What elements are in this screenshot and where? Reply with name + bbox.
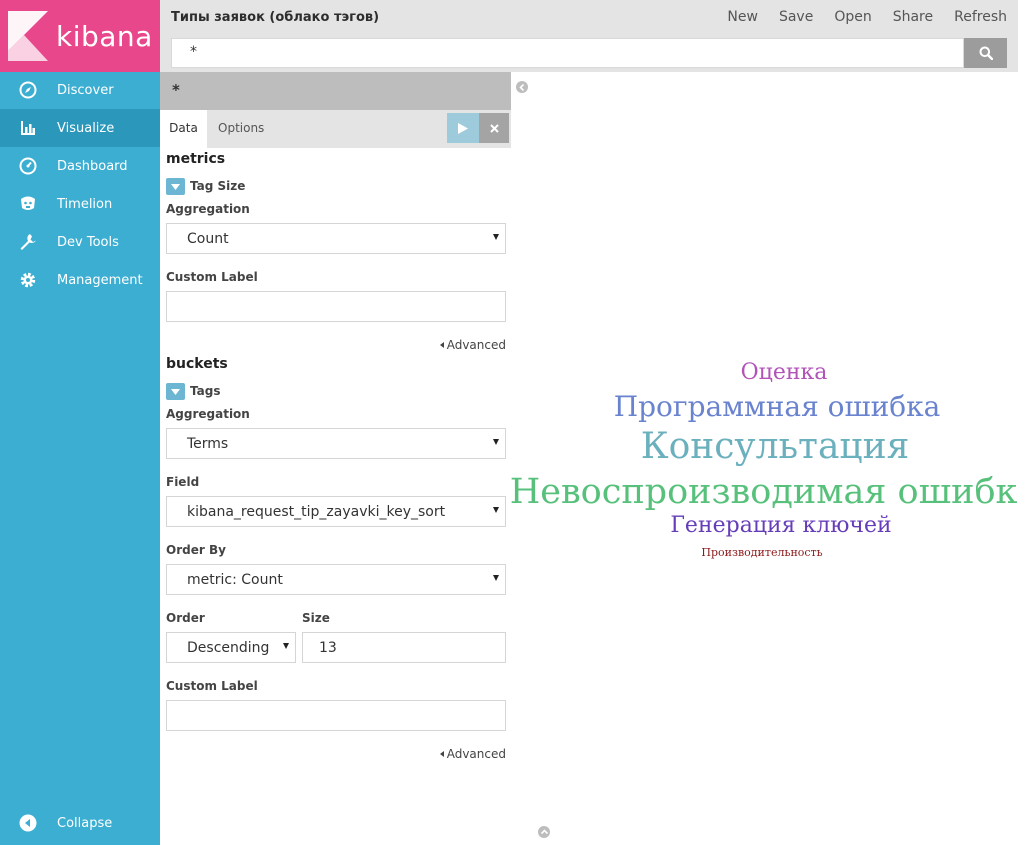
buckets-section-title: buckets: [166, 356, 228, 372]
metrics-agg-toggle[interactable]: [166, 178, 185, 195]
tag-cloud-word[interactable]: Производительность: [701, 547, 822, 558]
index-pattern-title: *: [160, 72, 511, 110]
sidebar-item-label: Visualize: [57, 120, 115, 136]
save-button[interactable]: Save: [779, 9, 813, 25]
metrics-aggregation-label: Aggregation: [166, 202, 250, 216]
sidebar-item-label: Dev Tools: [57, 234, 119, 250]
buckets-advanced-toggle[interactable]: Advanced: [439, 747, 506, 761]
order-by-label: Order By: [166, 543, 226, 557]
collapse-editor-button[interactable]: [516, 81, 528, 93]
sidebar-item-label: Management: [57, 272, 143, 288]
tab-data[interactable]: Data: [160, 110, 207, 148]
metrics-section-title: metrics: [166, 151, 226, 167]
sidebar-item-discover[interactable]: Discover: [0, 71, 160, 109]
buckets-aggregation-value: Terms: [187, 436, 229, 452]
refresh-button[interactable]: Refresh: [954, 9, 1007, 25]
field-value: kibana_request_tip_zayavki_key_sort: [187, 504, 446, 520]
caret-down-icon: [493, 439, 499, 445]
tag-cloud-word[interactable]: Программная ошибка: [614, 393, 941, 421]
buckets-aggregation-select[interactable]: Terms: [166, 428, 506, 459]
sidebar-collapse-button[interactable]: Collapse: [0, 804, 160, 842]
kibana-logo[interactable]: kibana: [0, 0, 160, 72]
kibana-logo-text: kibana: [56, 19, 153, 53]
sidebar-item-label: Timelion: [57, 196, 113, 212]
size-label: Size: [302, 611, 330, 625]
sidebar-collapse-label: Collapse: [57, 815, 113, 831]
spy-panel-toggle[interactable]: [538, 826, 550, 838]
caret-left-icon: [439, 342, 444, 348]
editor-tabs: Data Options: [160, 110, 511, 148]
apply-changes-button[interactable]: [447, 113, 479, 143]
buckets-aggregation-label: Aggregation: [166, 407, 250, 421]
metrics-agg-name: Tag Size: [190, 179, 246, 193]
chevron-down-icon: [171, 183, 180, 190]
close-icon: [489, 123, 499, 133]
sidebar-item-label: Discover: [57, 82, 114, 98]
order-label: Order: [166, 611, 205, 625]
search-input[interactable]: *: [171, 38, 964, 68]
chevron-left-icon: [519, 83, 525, 91]
new-button[interactable]: New: [727, 9, 758, 25]
sidebar-item-timelion[interactable]: Timelion: [0, 185, 160, 223]
chevron-up-icon: [540, 829, 548, 835]
search-button[interactable]: [964, 38, 1007, 68]
field-label: Field: [166, 475, 200, 489]
order-select[interactable]: Descending: [166, 632, 296, 663]
play-icon: [458, 122, 468, 134]
caret-down-icon: [493, 507, 499, 513]
buckets-custom-label-label: Custom Label: [166, 679, 258, 693]
wrench-icon: [18, 232, 38, 252]
gear-icon: [18, 270, 38, 290]
dashboard-icon: [18, 156, 38, 176]
sidebar-item-dev-tools[interactable]: Dev Tools: [0, 223, 160, 261]
share-button[interactable]: Share: [893, 9, 933, 25]
vis-editor-sidebar: * Data Options metrics Tag Size Aggregat…: [160, 72, 511, 845]
tab-options[interactable]: Options: [218, 110, 264, 148]
open-button[interactable]: Open: [834, 9, 871, 25]
buckets-agg-toggle[interactable]: [166, 383, 185, 400]
discard-changes-button[interactable]: [479, 113, 509, 143]
tag-cloud-word[interactable]: Невоспроизводимая ошибка: [510, 475, 1018, 510]
buckets-agg-name: Tags: [190, 384, 221, 398]
search-icon: [979, 46, 993, 60]
collapse-left-icon: [18, 813, 38, 833]
caret-down-icon: [493, 575, 499, 581]
order-by-select[interactable]: metric: Count: [166, 564, 506, 595]
tag-cloud-word[interactable]: Генерация ключей: [670, 515, 891, 537]
chevron-down-icon: [171, 388, 180, 395]
kibana-logo-icon: [8, 11, 48, 61]
top-menu: New Save Open Share Refresh: [706, 9, 1007, 25]
sidebar: kibana Discover Visualize Dashboard Time…: [0, 0, 160, 845]
page-title: Типы заявок (облако тэгов): [171, 10, 380, 25]
buckets-custom-label-input[interactable]: [166, 700, 506, 731]
sidebar-item-label: Dashboard: [57, 158, 128, 174]
field-select[interactable]: kibana_request_tip_zayavki_key_sort: [166, 496, 506, 527]
visualization-area: Оценка Программная ошибка Консультация Н…: [510, 72, 1018, 845]
metrics-custom-label-label: Custom Label: [166, 270, 258, 284]
metrics-custom-label-input[interactable]: [166, 291, 506, 322]
bar-chart-icon: [18, 118, 38, 138]
metrics-advanced-toggle[interactable]: Advanced: [439, 338, 506, 352]
top-nav: Типы заявок (облако тэгов) New Save Open…: [160, 0, 1018, 72]
tag-cloud-word[interactable]: Консультация: [641, 429, 910, 465]
buckets-advanced-label: Advanced: [446, 747, 506, 761]
sidebar-item-dashboard[interactable]: Dashboard: [0, 147, 160, 185]
caret-down-icon: [283, 643, 289, 649]
order-by-value: metric: Count: [187, 572, 283, 588]
caret-left-icon: [439, 751, 444, 757]
compass-icon: [18, 80, 38, 100]
metrics-aggregation-value: Count: [187, 231, 229, 247]
sidebar-item-management[interactable]: Management: [0, 261, 160, 299]
timelion-icon: [18, 194, 38, 214]
metrics-advanced-label: Advanced: [446, 338, 506, 352]
caret-down-icon: [493, 234, 499, 240]
sidebar-item-visualize[interactable]: Visualize: [0, 109, 160, 147]
tag-cloud-word[interactable]: Оценка: [741, 362, 828, 384]
size-input[interactable]: 13: [302, 632, 506, 663]
order-value: Descending: [187, 640, 270, 656]
metrics-aggregation-select[interactable]: Count: [166, 223, 506, 254]
